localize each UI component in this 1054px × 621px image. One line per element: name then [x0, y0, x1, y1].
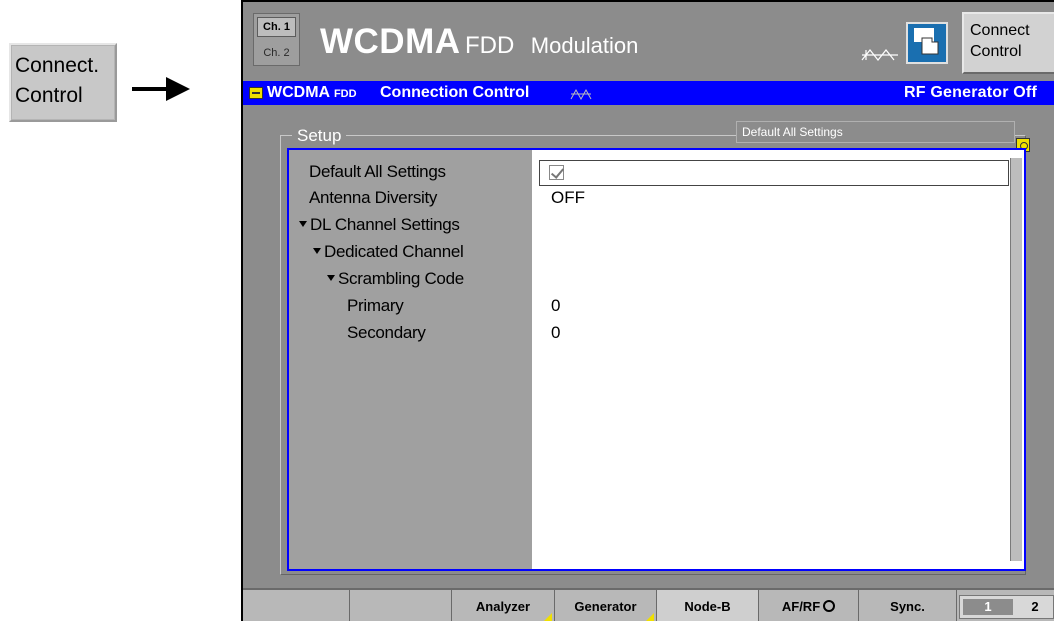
bar-standard: WCDMA FDD	[267, 81, 357, 106]
header: Ch. 1 Ch. 2 WCDMA FDD Modulation Connect…	[243, 2, 1054, 86]
expand-triangle-icon	[313, 248, 321, 254]
minimize-icon[interactable]	[249, 87, 263, 99]
softkey-sync-label: Sync.	[890, 599, 925, 614]
network-small-icon	[570, 88, 592, 100]
primary-scrambling-value[interactable]: 0	[551, 296, 560, 316]
row-label-primary: Primary	[347, 296, 404, 315]
row-label-default-all-settings: Default All Settings	[309, 162, 446, 181]
connector-icon	[823, 600, 836, 612]
softkey-nodeb[interactable]: Node-B	[657, 590, 759, 621]
softkey-analyzer[interactable]: Analyzer	[452, 590, 555, 621]
expand-triangle-icon	[299, 221, 307, 227]
default-all-settings-field[interactable]	[539, 160, 1009, 186]
bar-title: Connection Control	[380, 84, 530, 101]
corner-marker-icon	[544, 613, 552, 621]
scrollbar[interactable]	[1010, 158, 1022, 561]
settings-table: Default All Settings Antenna Diversity O…	[287, 148, 1026, 571]
antenna-diversity-value[interactable]: OFF	[551, 188, 585, 208]
arrow-right-icon	[132, 77, 190, 101]
softkey-afrf-label: AF/RF	[781, 599, 821, 614]
connect-control-key[interactable]: Connect Control	[962, 12, 1054, 74]
hand-touch-icon	[906, 22, 948, 64]
row-label-dedicated-channel: Dedicated Channel	[324, 242, 464, 261]
page-2-button[interactable]: 2	[1020, 599, 1050, 615]
instrument-screen: Ch. 1 Ch. 2 WCDMA FDD Modulation Connect…	[241, 0, 1054, 621]
page-1-button[interactable]: 1	[963, 599, 1013, 615]
row-label-dl-channel-settings: DL Channel Settings	[310, 215, 460, 234]
bar-fdd: FDD	[333, 88, 357, 100]
tree-node-scrambling-code[interactable]: Scrambling Code	[327, 269, 464, 289]
softkey-empty-2[interactable]	[350, 590, 452, 621]
settings-labels-column	[289, 150, 532, 569]
channel-selector[interactable]: Ch. 1 Ch. 2	[253, 13, 300, 66]
default-all-settings-tag: Default All Settings	[736, 121, 1015, 143]
row-label-scrambling-code: Scrambling Code	[338, 269, 464, 288]
secondary-scrambling-value[interactable]: 0	[551, 323, 560, 343]
softkey-empty-1[interactable]	[243, 590, 350, 621]
tree-node-dl-channel-settings[interactable]: DL Channel Settings	[299, 215, 460, 235]
tree-node-dedicated-channel[interactable]: Dedicated Channel	[313, 242, 464, 262]
network-icon	[861, 49, 898, 61]
softkey-generator[interactable]: Generator	[555, 590, 657, 621]
channel-1-button[interactable]: Ch. 1	[257, 17, 296, 37]
page-selector[interactable]: 1 2	[959, 595, 1054, 619]
softkey-analyzer-label: Analyzer	[475, 599, 531, 614]
row-label-antenna-diversity: Antenna Diversity	[309, 188, 438, 207]
softkey-nodeb-label: Node-B	[684, 599, 731, 614]
connect-key-line1: Connect	[970, 22, 1030, 39]
title-wcdma: WCDMA	[320, 22, 461, 61]
bar-wcdma: WCDMA	[267, 84, 330, 101]
softkey-label-line1: Connect.	[15, 54, 100, 77]
title-mode: Modulation	[530, 33, 639, 58]
softkey-label-line2: Control	[15, 84, 83, 107]
page-title: WCDMA FDD Modulation	[320, 22, 638, 62]
softkey-bar: Analyzer Generator Node-B AF/RF Sync. 1 …	[243, 588, 1054, 621]
softkey-afrf[interactable]: AF/RF	[759, 590, 859, 621]
rf-generator-status: RF Generator Off	[904, 84, 1037, 101]
softkey-sync[interactable]: Sync.	[859, 590, 957, 621]
default-all-settings-checkbox[interactable]	[549, 165, 564, 180]
connect-control-softkey[interactable]: Connect. Control	[9, 43, 117, 122]
menu-title-bar: WCDMA FDD Connection Control RF Generato…	[243, 81, 1054, 105]
row-label-secondary: Secondary	[347, 323, 426, 342]
corner-marker-icon	[646, 613, 654, 621]
connect-key-line2: Control	[970, 43, 1022, 60]
channel-2-button[interactable]: Ch. 2	[257, 43, 296, 63]
title-fdd: FDD	[464, 32, 515, 59]
setup-group-label: Setup	[292, 126, 347, 146]
softkey-generator-label: Generator	[574, 599, 637, 614]
expand-triangle-icon	[327, 275, 335, 281]
